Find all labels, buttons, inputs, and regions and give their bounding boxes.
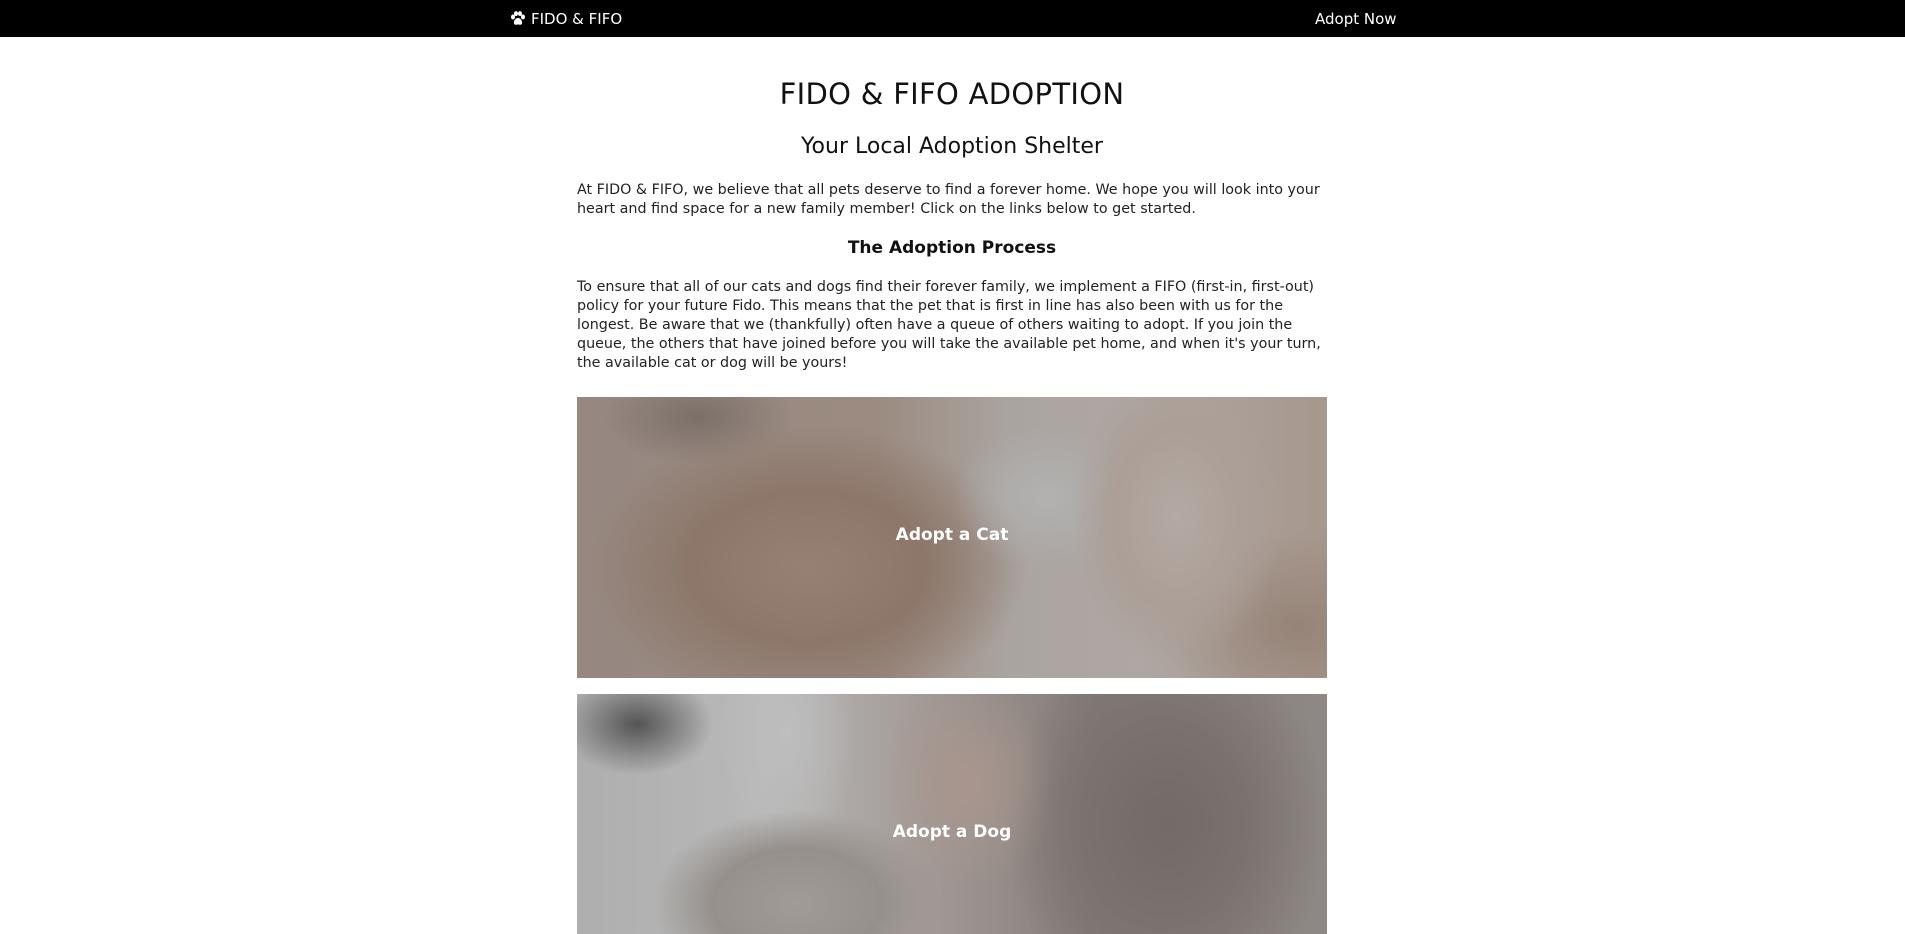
paw-icon [510,11,526,26]
adoption-process-heading: The Adoption Process [847,238,1057,258]
adoption-process-paragraph: To ensure that all of our cats and dogs … [577,279,1321,371]
adopt-cat-card[interactable]: Adopt a Cat [577,397,1327,678]
page-subtitle: Your Local Adoption Shelter [801,134,1103,159]
intro-paragraph: At FIDO & FIFO, we believe that all pets… [577,182,1320,217]
brand-link[interactable]: FIDO & FIFO [510,0,622,37]
top-navbar: FIDO & FIFO Adopt Now [0,0,1905,37]
adopt-dog-label[interactable]: Adopt a Dog [577,822,1327,842]
brand-label: FIDO & FIFO [531,9,623,28]
adopt-now-link[interactable]: Adopt Now [1315,0,1397,37]
page-title: FIDO & FIFO ADOPTION [779,77,1125,111]
dog-card-overlay [577,694,1327,934]
adopt-dog-card[interactable]: Adopt a Dog [577,694,1327,934]
adopt-cat-label[interactable]: Adopt a Cat [577,525,1327,545]
